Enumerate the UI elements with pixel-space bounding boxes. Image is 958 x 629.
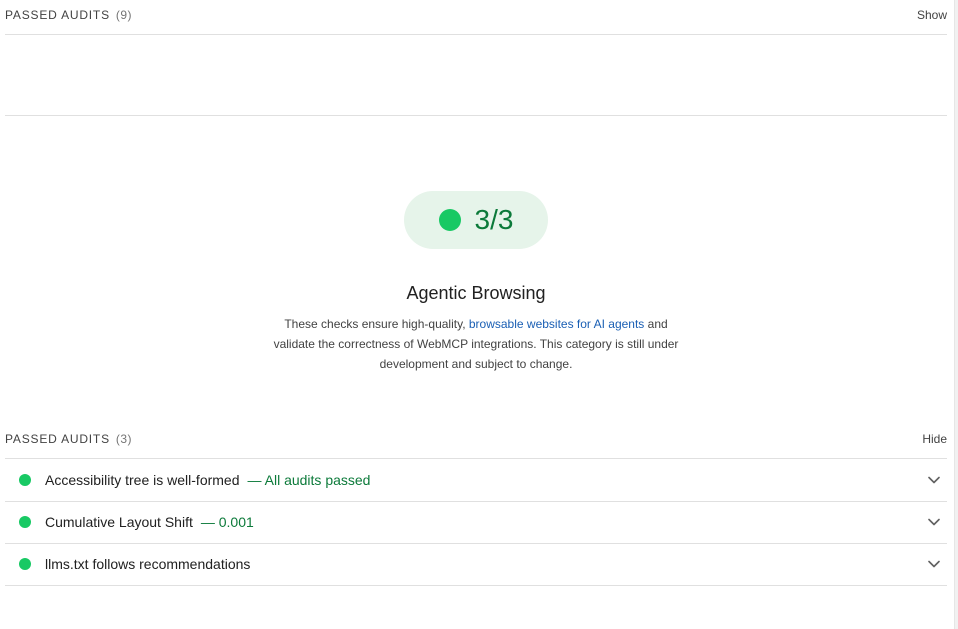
divider xyxy=(5,34,947,35)
passed-audits-header-top: Passed audits (9) Show xyxy=(5,8,947,22)
report-page: Passed audits (9) Show 3/3 Agentic Browsi… xyxy=(0,0,958,629)
audit-row-accessibility-tree[interactable]: Accessibility tree is well-formed — All … xyxy=(5,459,947,502)
show-toggle[interactable]: Show xyxy=(917,8,947,22)
group-title: Passed audits xyxy=(5,432,110,446)
category-title: Agentic Browsing xyxy=(406,283,546,303)
audit-title: Accessibility tree is well-formed xyxy=(45,472,240,488)
browsable-websites-link[interactable]: browsable websites for AI agents xyxy=(469,317,644,331)
audit-title: llms.txt follows recommendations xyxy=(45,556,251,572)
audit-display-value: — 0.001 xyxy=(200,514,254,530)
hide-toggle[interactable]: Hide xyxy=(922,432,947,446)
scrollbar[interactable] xyxy=(954,0,958,629)
pass-icon xyxy=(19,474,31,486)
pass-icon xyxy=(19,516,31,528)
audit-display-value: — All audits passed xyxy=(247,472,371,488)
pass-icon xyxy=(19,558,31,570)
category-divider xyxy=(5,115,947,116)
audit-row-llms-txt[interactable]: llms.txt follows recommendations xyxy=(5,543,947,586)
audit-title: Cumulative Layout Shift xyxy=(45,514,193,530)
group-count: (3) xyxy=(115,432,133,446)
score-gauge[interactable]: 3/3 xyxy=(404,191,548,249)
score-value: 3/3 xyxy=(474,204,514,235)
pass-indicator-icon xyxy=(438,209,461,231)
group-title-wrap: Passed audits (9) xyxy=(5,8,132,22)
chevron-down-icon[interactable] xyxy=(927,515,941,529)
chevron-down-icon[interactable] xyxy=(927,557,941,571)
audit-row-cumulative-layout-shift[interactable]: Cumulative Layout Shift — 0.001 xyxy=(5,501,947,544)
group-count: (9) xyxy=(115,8,133,22)
category-description: These checks ensure high-quality, browsa… xyxy=(270,314,682,374)
desc-text-before: These checks ensure high-quality, xyxy=(284,317,469,331)
group-title: Passed audits xyxy=(5,8,110,22)
chevron-down-icon[interactable] xyxy=(927,473,941,487)
group-title-wrap: Passed audits (3) xyxy=(5,432,132,446)
passed-audits-header: Passed audits (3) Hide xyxy=(5,432,947,446)
